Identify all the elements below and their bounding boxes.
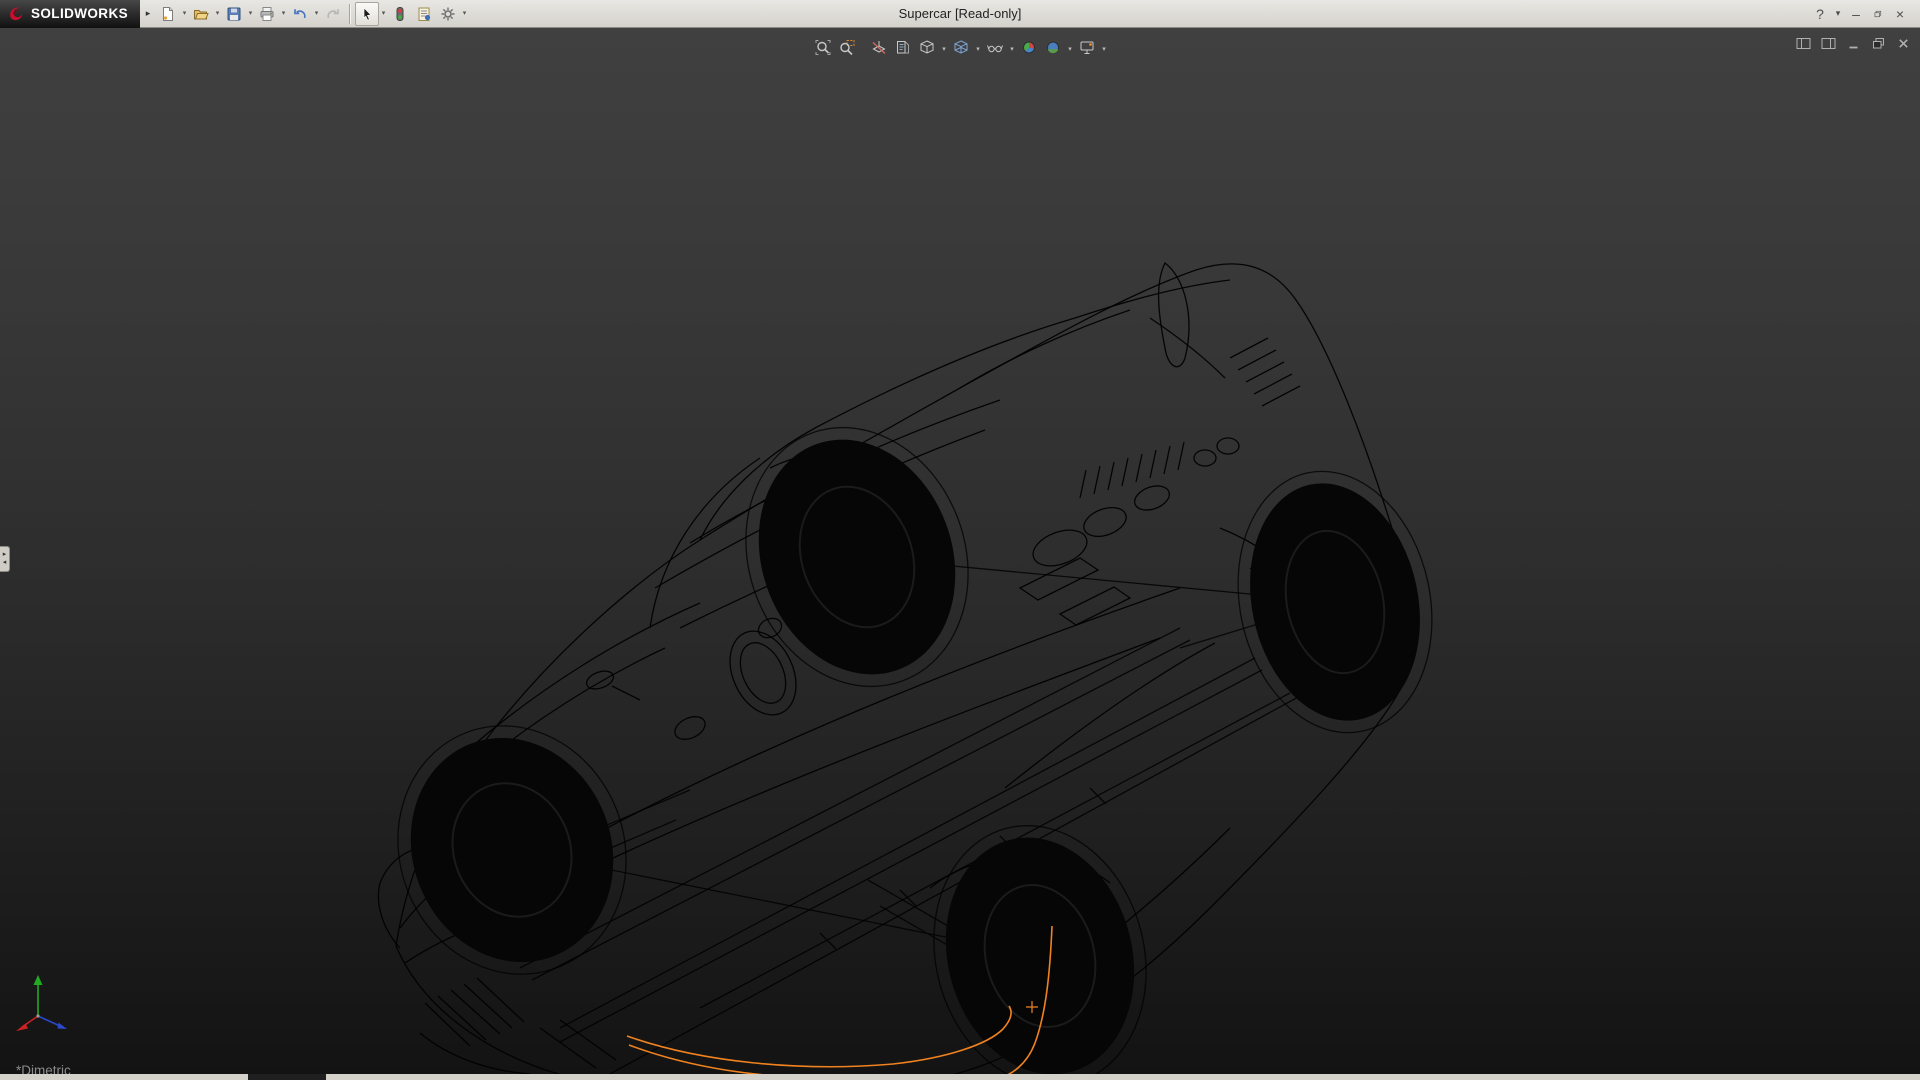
print-button[interactable] [255, 2, 279, 26]
options-gear-icon [440, 6, 456, 22]
hide-show-items-caret[interactable]: ▾ [1008, 34, 1017, 61]
display-pane-toggle-button[interactable] [1819, 35, 1837, 51]
close-document-icon [1897, 37, 1910, 50]
undo-caret[interactable]: ▾ [312, 2, 321, 26]
hide-show-items-button[interactable] [984, 36, 1007, 59]
select-button[interactable] [355, 2, 379, 26]
select-cursor-icon [359, 6, 375, 22]
model-canvas[interactable] [0, 28, 1920, 1074]
solidworks-swirl-icon [7, 5, 25, 23]
graphics-viewport[interactable]: ▾ ▾ ▾ [0, 28, 1920, 1074]
section-view-icon [871, 39, 888, 56]
menu-expand-arrow: ▸ [146, 8, 151, 19]
display-pane-icon [1821, 37, 1836, 50]
bottom-strip-segment [248, 1074, 326, 1080]
feature-pane-toggle-button[interactable] [1794, 35, 1812, 51]
apply-scene-icon [1045, 39, 1062, 56]
restore-button[interactable] [1868, 3, 1888, 25]
apply-scene-button[interactable] [1042, 36, 1065, 59]
hide-show-glasses-icon [987, 39, 1004, 56]
print-icon [259, 6, 275, 22]
expand-left-icon: ◂ [3, 559, 7, 567]
zoom-to-fit-icon [815, 39, 832, 56]
save-icon [226, 6, 242, 22]
options-button[interactable] [436, 2, 460, 26]
car-wheels [378, 412, 1442, 1074]
display-style-caret[interactable]: ▾ [974, 34, 983, 61]
toolbar-separator [349, 4, 351, 24]
window-controls: ? ▾ – × [1810, 3, 1920, 25]
apply-scene-caret[interactable]: ▾ [1066, 34, 1075, 61]
expand-right-icon: ▸ [3, 551, 7, 559]
view-orientation-cube-icon [919, 39, 936, 56]
restore-document-button[interactable] [1869, 35, 1887, 51]
undo-icon [292, 6, 308, 22]
view-orientation-label: *Dimetric [16, 1063, 71, 1074]
help-dropdown-caret[interactable]: ▾ [1832, 3, 1844, 25]
bottom-strip [0, 1074, 1920, 1080]
new-document-icon [160, 6, 176, 22]
close-button[interactable]: × [1890, 3, 1910, 25]
annotation-views-button[interactable] [892, 36, 915, 59]
section-view-button[interactable] [868, 36, 891, 59]
close-icon: × [1896, 6, 1904, 22]
open-button[interactable] [189, 2, 213, 26]
display-style-cube-icon [953, 39, 970, 56]
view-settings-monitor-icon [1079, 39, 1096, 56]
new-document-button[interactable] [156, 2, 180, 26]
edit-appearance-ball-icon [1021, 39, 1038, 56]
file-properties-button[interactable] [412, 2, 436, 26]
restore-icon [1874, 8, 1882, 20]
heads-up-view-toolbar: ▾ ▾ ▾ [812, 34, 1109, 61]
redo-icon [325, 6, 341, 22]
zoom-to-area-button[interactable] [836, 36, 859, 59]
save-caret[interactable]: ▾ [246, 2, 255, 26]
view-settings-caret[interactable]: ▾ [1100, 34, 1109, 61]
restore-document-icon [1872, 37, 1885, 50]
edit-appearance-button[interactable] [1018, 36, 1041, 59]
save-button[interactable] [222, 2, 246, 26]
file-properties-icon [416, 6, 432, 22]
solidworks-logo: SOLIDWORKS [0, 0, 140, 28]
minimize-button[interactable]: – [1846, 3, 1866, 25]
document-window-controls [1794, 35, 1912, 51]
minimize-document-icon [1847, 37, 1860, 50]
help-icon: ? [1816, 6, 1824, 22]
zoom-to-fit-button[interactable] [812, 36, 835, 59]
select-caret[interactable]: ▾ [379, 2, 388, 26]
rebuild-stoplight-icon [392, 6, 408, 22]
view-orientation-button[interactable] [916, 36, 939, 59]
view-orientation-caret[interactable]: ▾ [940, 34, 949, 61]
close-document-button[interactable] [1894, 35, 1912, 51]
minimize-icon: – [1852, 6, 1860, 22]
titlebar: SOLIDWORKS ▸ ▾ ▾ [0, 0, 1920, 28]
undo-button[interactable] [288, 2, 312, 26]
feature-pane-icon [1796, 37, 1811, 50]
view-settings-button[interactable] [1076, 36, 1099, 59]
open-folder-icon [193, 6, 209, 22]
annotation-views-icon [895, 39, 912, 56]
zoom-to-area-icon [839, 39, 856, 56]
open-caret[interactable]: ▾ [213, 2, 222, 26]
help-button[interactable]: ? [1810, 3, 1830, 25]
caret-down-icon: ▾ [1836, 8, 1841, 19]
display-style-button[interactable] [950, 36, 973, 59]
featuremanager-expander[interactable]: ▸ ◂ [0, 546, 10, 572]
menu-expand-button[interactable]: ▸ [140, 2, 156, 26]
brand-text: SOLIDWORKS [31, 6, 128, 21]
new-document-caret[interactable]: ▾ [180, 2, 189, 26]
reference-triad [12, 968, 92, 1048]
minimize-document-button[interactable] [1844, 35, 1862, 51]
options-caret[interactable]: ▾ [460, 2, 469, 26]
redo-button[interactable] [321, 2, 345, 26]
rebuild-button[interactable] [388, 2, 412, 26]
print-caret[interactable]: ▾ [279, 2, 288, 26]
